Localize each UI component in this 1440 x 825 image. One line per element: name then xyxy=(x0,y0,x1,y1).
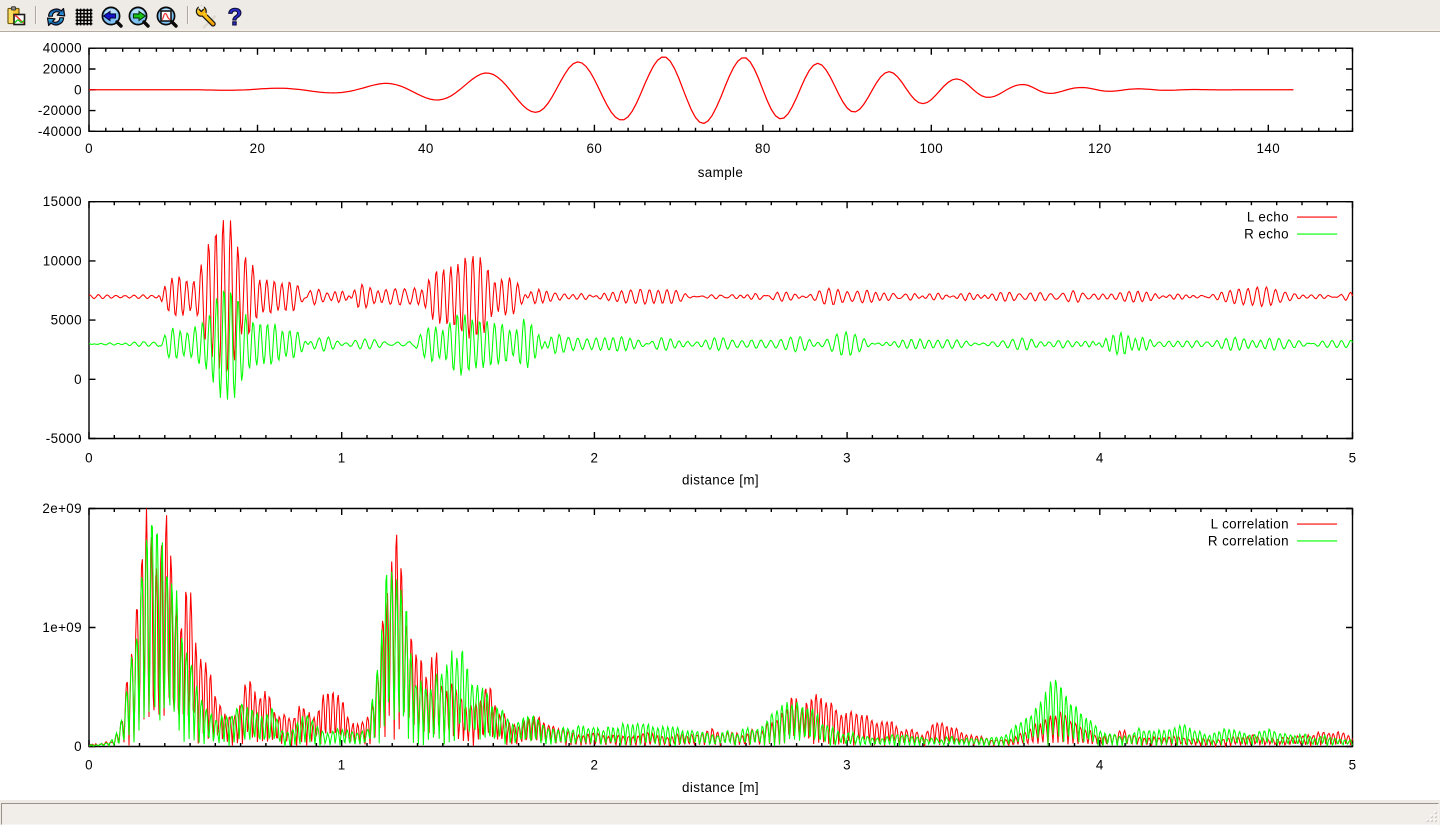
svg-text:0: 0 xyxy=(85,758,93,773)
svg-text:5000: 5000 xyxy=(51,313,82,328)
svg-text:40: 40 xyxy=(418,141,434,156)
svg-text:?: ? xyxy=(228,5,243,29)
svg-text:distance [m]: distance [m] xyxy=(682,780,759,795)
svg-text:80: 80 xyxy=(755,141,771,156)
svg-text:sample: sample xyxy=(698,165,744,180)
svg-text:2: 2 xyxy=(590,758,598,773)
svg-text:1e+09: 1e+09 xyxy=(42,620,82,635)
svg-text:0: 0 xyxy=(74,372,82,387)
svg-text:1: 1 xyxy=(338,758,346,773)
svg-text:4: 4 xyxy=(1096,451,1104,466)
svg-text:2: 2 xyxy=(590,451,598,466)
svg-text:5: 5 xyxy=(1349,758,1357,773)
svg-text:-20000: -20000 xyxy=(38,103,82,118)
svg-text:0: 0 xyxy=(85,451,93,466)
svg-text:R echo: R echo xyxy=(1244,227,1289,242)
svg-text:15000: 15000 xyxy=(43,194,82,209)
svg-text:distance [m]: distance [m] xyxy=(682,473,759,488)
svg-text:0: 0 xyxy=(85,141,93,156)
svg-text:2e+09: 2e+09 xyxy=(42,501,82,516)
svg-text:20000: 20000 xyxy=(43,62,82,77)
svg-text:3: 3 xyxy=(843,758,851,773)
svg-text:3: 3 xyxy=(843,451,851,466)
svg-text:60: 60 xyxy=(587,141,603,156)
svg-text:-5000: -5000 xyxy=(46,431,82,446)
svg-text:5: 5 xyxy=(1349,451,1357,466)
svg-text:20: 20 xyxy=(250,141,266,156)
svg-text:-40000: -40000 xyxy=(38,124,82,139)
svg-text:140: 140 xyxy=(1257,141,1281,156)
svg-text:0: 0 xyxy=(74,739,82,754)
svg-text:4: 4 xyxy=(1096,758,1104,773)
svg-text:L echo: L echo xyxy=(1247,210,1289,225)
svg-text:0: 0 xyxy=(74,82,82,97)
svg-text:100: 100 xyxy=(920,141,944,156)
svg-text:L correlation: L correlation xyxy=(1211,517,1289,532)
svg-text:1: 1 xyxy=(338,451,346,466)
svg-text:R correlation: R correlation xyxy=(1208,534,1289,549)
svg-text:120: 120 xyxy=(1088,141,1112,156)
svg-text:10000: 10000 xyxy=(43,253,82,268)
svg-text:40000: 40000 xyxy=(43,41,82,56)
